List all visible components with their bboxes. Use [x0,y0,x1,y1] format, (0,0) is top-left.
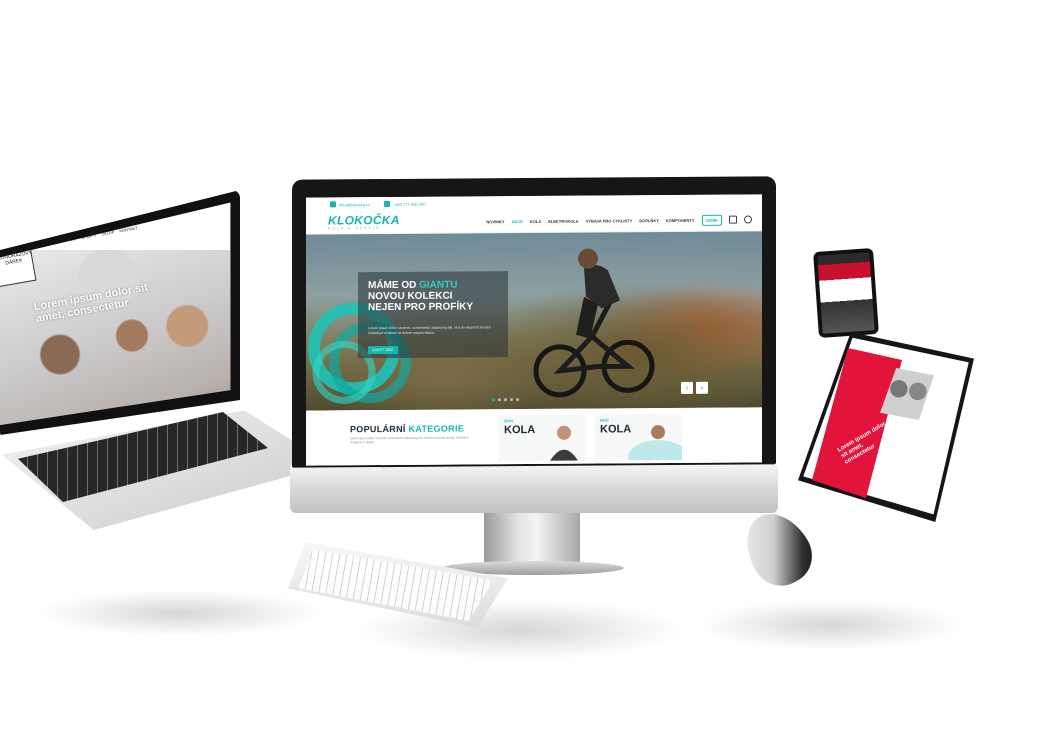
nav-item-novinky[interactable]: NOVINKY [486,219,504,224]
hero-arrows: ‹ › [681,381,708,394]
topbar-email-text: info@klokocka.cz [339,201,371,207]
carousel-dot[interactable] [498,398,501,402]
nav-item-doplnky[interactable]: DOPLŇKY [639,218,659,223]
nav-cta-button[interactable]: CENÍK [701,214,722,226]
carousel-dot[interactable] [510,398,513,402]
monitor-stand [484,513,580,565]
hero-heading-prefix: MÁME OD [368,279,420,292]
floor-shadow-left [40,590,320,636]
phone-screen [817,252,875,334]
nav-item-kola[interactable]: KOLA [530,218,541,223]
categories-heading: POPULÁRNÍ KATEGORIE [350,423,464,434]
popular-categories-section: POPULÁRNÍ KATEGORIE Lorem ipsum dolor si… [306,407,762,466]
hero-heading-line3: NEJEN PRO PROFÍKY [368,301,474,314]
category-card-photo [550,425,578,461]
hero-body-text: Lorem ipsum dolor sit amet, consectetur … [368,325,491,335]
decorative-swoosh [628,439,682,461]
site-logo-subline: KOLA & SERVIS [328,225,381,231]
topbar-phone-text: +420 777 000 000 [393,201,426,207]
topbar-email[interactable]: info@klokocka.cz [330,201,371,208]
floor-shadow-right [700,600,960,650]
phone-icon [384,201,391,208]
category-card-title: KOLA [600,423,632,436]
carousel-dot[interactable] [516,398,519,402]
category-card-kicker: MUŽI [600,418,609,423]
site-logo[interactable]: KLOKOČKA KOLA & SERVIS [328,212,400,231]
monitor-chin [290,465,778,513]
hero-cta-button[interactable]: ZJISTIT VÍCE [368,345,398,355]
category-card-men[interactable]: MUŽI KOLA [594,413,682,461]
topbar-phone[interactable]: +420 777 000 000 [384,201,426,208]
nav-item-komponenty[interactable]: KOMPONENTY [666,217,695,222]
categories-heading-prefix: POPULÁRNÍ [350,423,409,435]
hero-cyclist-image [533,248,655,398]
carousel-dot[interactable] [492,398,495,402]
nav-item-vybava[interactable]: VÝBAVA PRO CYKLISTY [586,218,633,223]
site-header: KLOKOČKA KOLA & SERVIS NOVINKY AKCE KOLA… [306,208,762,235]
hero-carousel-dots [492,398,519,402]
carousel-prev-button[interactable]: ‹ [681,381,693,394]
carousel-dot[interactable] [504,398,507,402]
nav-item-elektrokola[interactable]: ELEKTROKOLA [548,218,578,223]
hero-banner: MÁME OD GIANTU NOVOU KOLEKCI NEJEN PRO P… [306,231,762,411]
categories-heading-accent: KATEGORIE [408,423,465,434]
monitor-bezel: info@klokocka.cz +420 777 000 000 KLOKOČ… [292,176,776,468]
cart-icon[interactable] [729,215,737,224]
mail-icon [330,201,336,208]
site-logo-name: KLOKOČKA [328,212,400,228]
desktop-monitor: info@klokocka.cz +420 777 000 000 KLOKOČ… [290,176,778,575]
nav-item-akce[interactable]: AKCE [512,219,523,224]
categories-body-text: Lorem ipsum dolor sit amet, consectetur … [350,435,469,445]
hero-heading-line2: NOVOU KOLEKCI [368,290,453,303]
smartphone [813,248,879,338]
category-card-women[interactable]: ŽENY KOLA [498,414,586,462]
category-card-title: KOLA [504,423,536,437]
carousel-next-button[interactable]: › [696,381,708,394]
wireless-mouse [733,501,823,597]
user-icon[interactable] [744,215,752,224]
category-card-kicker: ŽENY [504,419,514,424]
tablet: Lorem ipsum dolor sit amet, consectetur [798,332,974,522]
site-nav: NOVINKY AKCE KOLA ELEKTROKOLA VÝBAVA PRO… [486,214,752,227]
hero-heading-accent: GIANTU [419,279,458,291]
laptop: ÚVODNÍ OFERTY SKLEP KONTAKT JEDNORÁZOVÝ … [0,190,330,530]
hero-heading: MÁME OD GIANTU NOVOU KOLEKCI NEJEN PRO P… [368,279,508,314]
monitor-screen: info@klokocka.cz +420 777 000 000 KLOKOČ… [306,194,762,466]
